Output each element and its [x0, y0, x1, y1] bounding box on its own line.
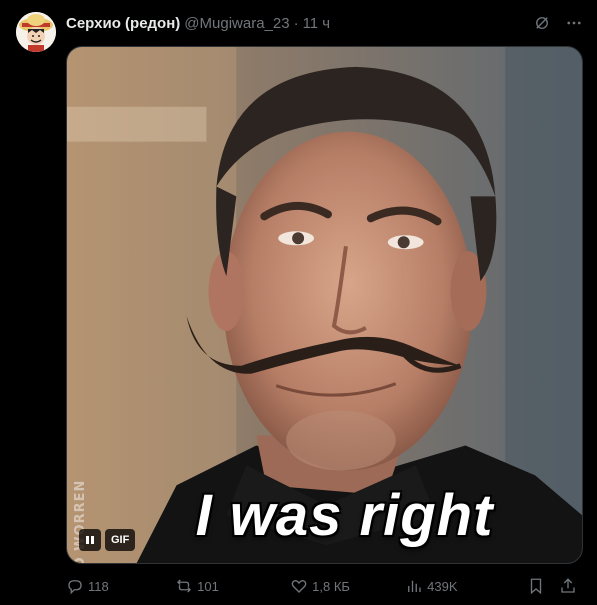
- gif-badge: GIF: [105, 529, 136, 551]
- timestamp[interactable]: 11 ч: [303, 15, 331, 32]
- gif-caption: I was right: [195, 483, 494, 548]
- display-name[interactable]: Серхио (редон): [66, 15, 180, 32]
- share-icon: [561, 578, 575, 593]
- heart-icon: [291, 579, 307, 593]
- retweet-count: 101: [197, 578, 219, 594]
- gif-controls: GIF: [79, 529, 136, 551]
- gif-media[interactable]: DAVID WORREN I was right GIF: [66, 46, 583, 564]
- reply-count: 118: [88, 578, 109, 594]
- action-bar: 118 101 1,8 КБ 439K: [66, 575, 583, 597]
- share-button[interactable]: [559, 577, 577, 595]
- like-button[interactable]: 1,8 КБ: [290, 577, 405, 595]
- separator-dot: ·: [293, 14, 299, 32]
- avatar[interactable]: [16, 12, 56, 52]
- views-button[interactable]: 439K: [405, 577, 527, 595]
- reply-icon: [68, 580, 82, 595]
- grok-icon: [536, 17, 548, 29]
- pause-icon: [86, 536, 94, 544]
- reply-button[interactable]: 118: [66, 577, 175, 595]
- tweet-header: Серхио (редон) @Mugiwara_23 · 11 ч: [66, 13, 330, 33]
- grok-button[interactable]: [529, 10, 555, 36]
- tweet: Серхио (редон) @Mugiwara_23 · 11 ч DAVID…: [0, 0, 597, 605]
- views-icon: [408, 580, 421, 592]
- retweet-icon: [177, 579, 192, 593]
- views-count: 439K: [427, 578, 458, 594]
- tweet-top-actions: [529, 10, 587, 36]
- more-button[interactable]: [561, 10, 587, 36]
- pause-button[interactable]: [79, 529, 101, 551]
- bookmark-icon: [530, 578, 542, 595]
- user-handle[interactable]: @Mugiwara_23: [184, 15, 289, 32]
- more-icon: [567, 21, 581, 25]
- secondary-actions: [527, 577, 577, 595]
- bookmark-button[interactable]: [527, 577, 545, 595]
- retweet-button[interactable]: 101: [175, 577, 290, 595]
- like-count: 1,8 КБ: [312, 578, 350, 594]
